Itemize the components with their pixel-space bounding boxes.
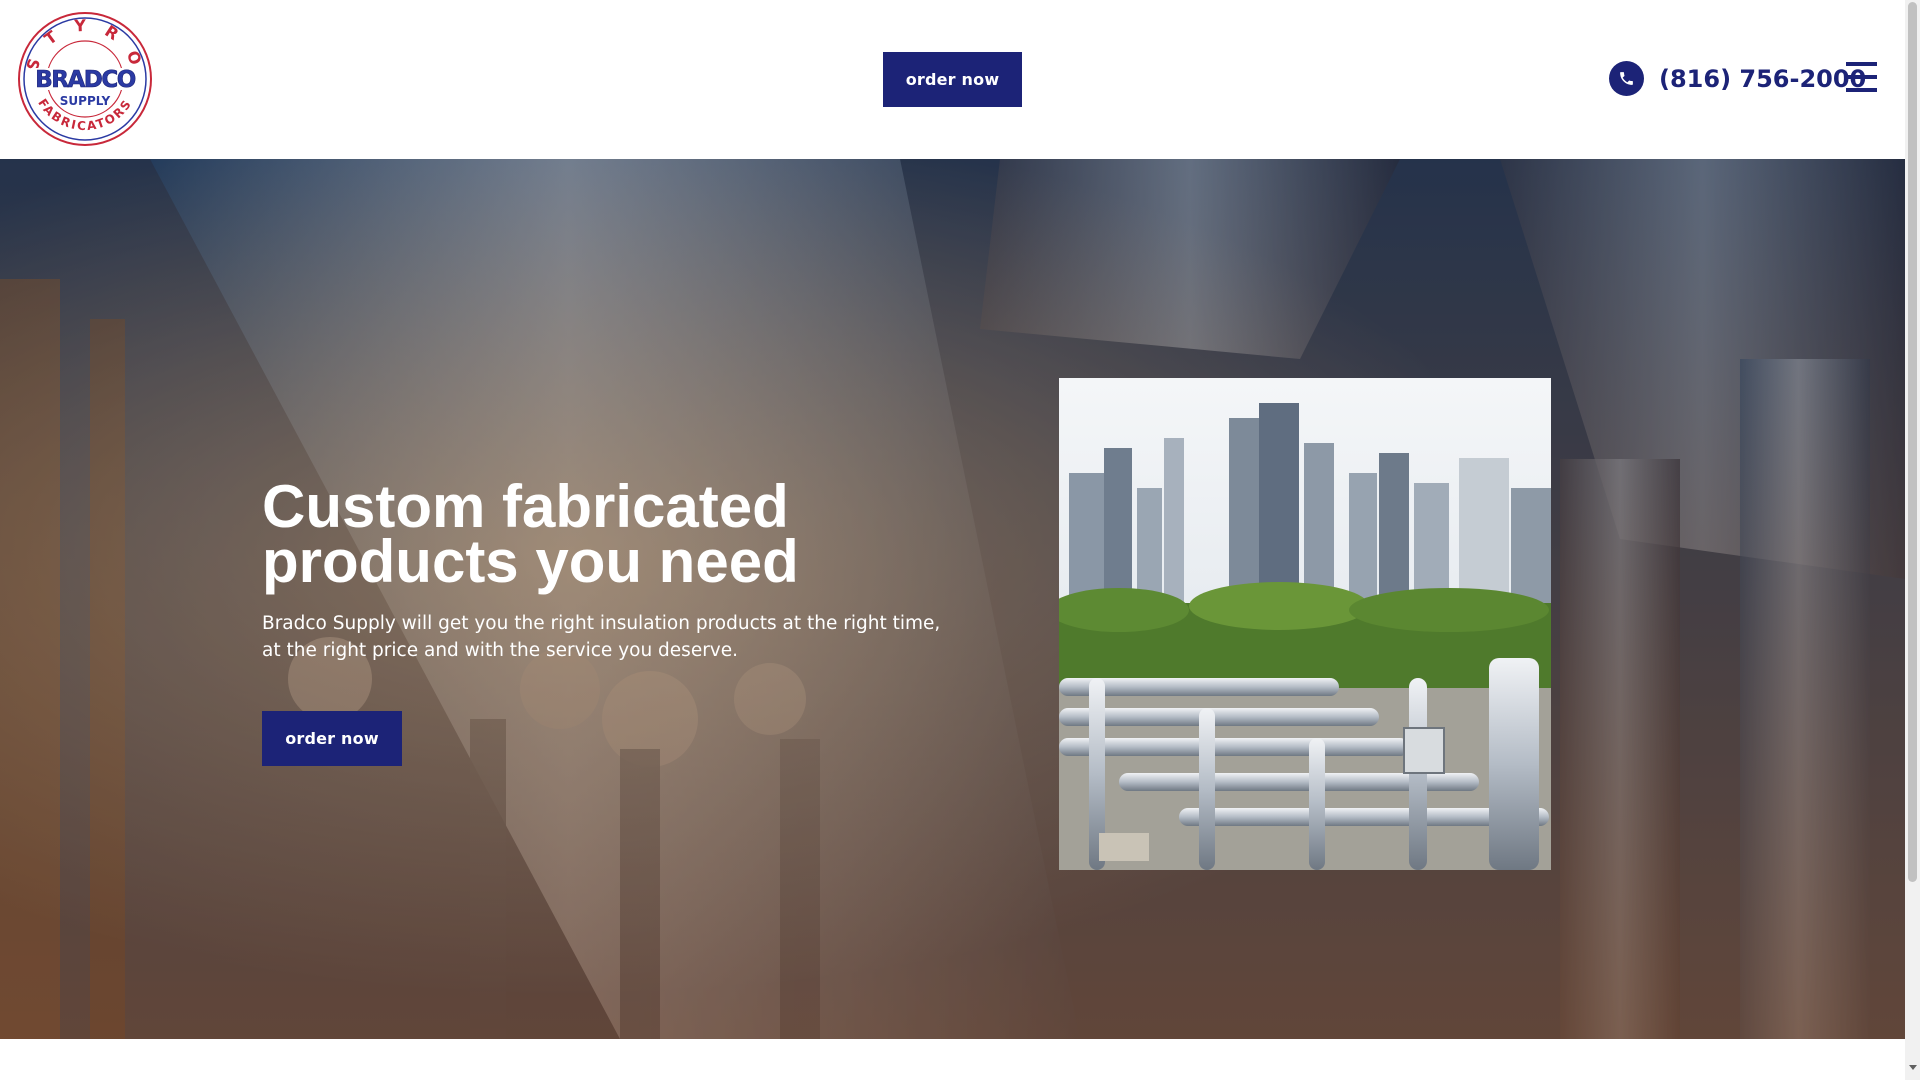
scroll-down-arrow-icon[interactable] (1908, 1065, 1917, 1070)
phone-number: (816) 756-2000 (1659, 64, 1867, 93)
hero-order-now-button[interactable]: order now (262, 711, 402, 766)
menu-bar-top (1846, 62, 1877, 66)
hero-subtitle: Bradco Supply will get you the right ins… (262, 613, 941, 661)
city-skyline-pipe-rack-image (1059, 378, 1551, 870)
phone-icon (1609, 61, 1644, 96)
logo-brand-text: BRADCO (35, 67, 136, 93)
page: S T Y R O FABRICATORS BRADCO SUPPLY orde… (0, 0, 1905, 1080)
logo-sub-text: SUPPLY (60, 94, 111, 108)
menu-bar-bottom (1846, 88, 1877, 92)
hero-section: Custom fabricated products you need Brad… (0, 159, 1905, 1039)
site-header: S T Y R O FABRICATORS BRADCO SUPPLY orde… (0, 0, 1905, 159)
hero-title: Custom fabricated products you need (262, 473, 799, 595)
menu-bar-middle (1846, 75, 1877, 79)
header-order-now-button[interactable]: order now (883, 52, 1022, 107)
header-phone-link[interactable]: (816) 756-2000 (1609, 61, 1866, 96)
scrollbar-thumb[interactable] (1908, 2, 1917, 882)
bradco-logo[interactable]: S T Y R O FABRICATORS BRADCO SUPPLY (17, 10, 153, 148)
industrial-pipes-background-image (0, 159, 1905, 1039)
hamburger-menu-icon[interactable] (1846, 62, 1877, 92)
